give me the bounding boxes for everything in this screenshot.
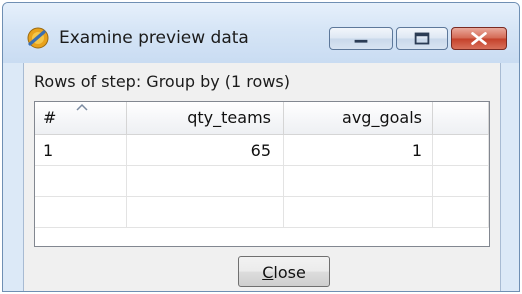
maximize-icon: [414, 32, 430, 45]
sort-ascending-icon: [76, 103, 88, 111]
column-header-index[interactable]: #: [35, 102, 127, 135]
table-cell[interactable]: [127, 166, 284, 197]
close-button[interactable]: Close: [238, 256, 330, 287]
table-cell: [433, 197, 489, 228]
column-header-avg-goals[interactable]: avg_goals: [284, 102, 433, 135]
close-button-mnemonic: C: [262, 263, 274, 282]
close-button-label: lose: [273, 263, 306, 282]
table-cell[interactable]: 65: [127, 135, 284, 166]
preview-table[interactable]: # qty_teams avg_goals 1 65 1: [34, 101, 490, 247]
maximize-button[interactable]: [396, 27, 448, 50]
close-icon: [471, 32, 487, 45]
rows-label: Rows of step: Group by (1 rows): [34, 72, 290, 91]
preview-dialog: Examine preview data Rows of step: Group…: [2, 2, 520, 292]
close-window-button[interactable]: [451, 27, 507, 50]
table-cell[interactable]: [35, 197, 127, 228]
table-cell[interactable]: [284, 166, 433, 197]
column-header-filler: [433, 102, 489, 135]
column-header-qty-teams[interactable]: qty_teams: [127, 102, 284, 135]
dialog-body: Rows of step: Group by (1 rows) # qty_te…: [23, 63, 501, 291]
table-cell: [433, 135, 489, 166]
table-cell[interactable]: [127, 197, 284, 228]
table-cell: [433, 166, 489, 197]
table-cell[interactable]: 1: [35, 135, 127, 166]
minimize-icon: [354, 39, 368, 43]
title-bar[interactable]: Examine preview data: [3, 3, 519, 63]
window-title: Examine preview data: [59, 28, 249, 48]
spoon-icon: [27, 27, 49, 49]
minimize-button[interactable]: [329, 27, 393, 50]
table-cell[interactable]: [284, 197, 433, 228]
table-cell[interactable]: 1: [284, 135, 433, 166]
table-cell[interactable]: [35, 166, 127, 197]
